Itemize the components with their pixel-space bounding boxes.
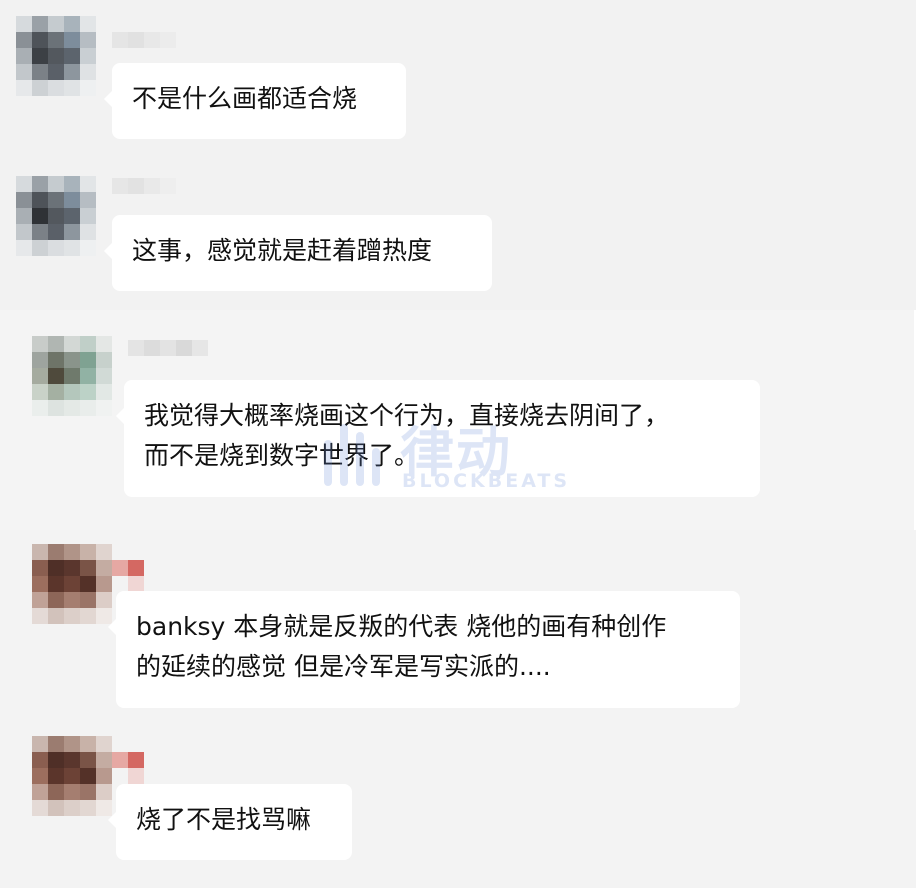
sender-name: [128, 576, 144, 592]
avatar[interactable]: [16, 176, 96, 256]
sender-name: [112, 752, 144, 768]
avatar[interactable]: [32, 736, 112, 816]
chat-bubble[interactable]: banksy 本身就是反叛的代表 烧他的画有种创作 的延续的感觉 但是冷军是写实…: [108, 591, 740, 708]
message-text: 不是什么画都适合烧: [132, 84, 358, 113]
message-text: banksy 本身就是反叛的代表 烧他的画有种创作: [136, 612, 667, 641]
message-text: 烧了不是找骂嘛: [136, 805, 312, 834]
message-text: 而不是烧到数字世界了。: [144, 441, 420, 470]
chat-bubble[interactable]: 这事，感觉就是赶着蹭热度: [104, 215, 492, 291]
chat-bubble[interactable]: 不是什么画都适合烧: [104, 63, 406, 139]
sender-name: [128, 340, 208, 356]
message-text: 的延续的感觉 但是冷军是写实派的....: [136, 652, 551, 681]
message-text: 这事，感觉就是赶着蹭热度: [132, 236, 433, 265]
avatar[interactable]: [16, 16, 96, 96]
sender-name: [128, 768, 144, 784]
chat-bubble[interactable]: 我觉得大概率烧画这个行为，直接烧去阴间了， 而不是烧到数字世界了。: [116, 380, 760, 497]
sender-name: [112, 32, 176, 48]
avatar[interactable]: [32, 544, 112, 624]
chat-bubble[interactable]: 烧了不是找骂嘛: [108, 784, 352, 860]
sender-name: [112, 178, 176, 194]
sender-name: [112, 560, 144, 576]
message-text: 我觉得大概率烧画这个行为，直接烧去阴间了，: [144, 401, 670, 430]
avatar[interactable]: [32, 336, 112, 416]
